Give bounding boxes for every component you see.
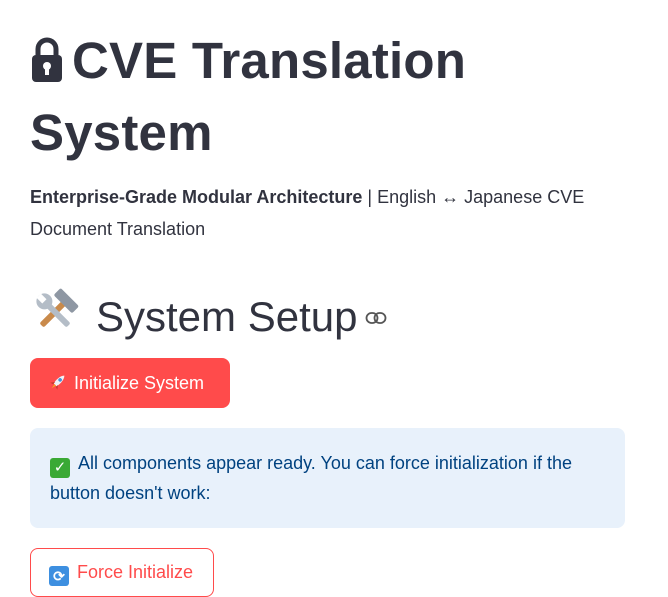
page-title: CVE Translation System xyxy=(30,28,640,166)
subtitle-bold: Enterprise-Grade Modular Architecture xyxy=(30,187,363,207)
page-subtitle: Enterprise-Grade Modular Architecture | … xyxy=(30,181,630,245)
link-icon[interactable] xyxy=(365,283,387,339)
hammer-wrench-icon xyxy=(30,287,80,351)
force-initialize-button[interactable]: ⟳ Force Initialize xyxy=(30,548,214,597)
rocket-icon xyxy=(48,362,68,410)
initialize-system-button[interactable]: Initialize System xyxy=(30,358,230,408)
refresh-icon: ⟳ xyxy=(49,566,69,586)
app-page: CVE Translation System Enterprise-Grade … xyxy=(0,0,668,597)
initialize-system-label: Initialize System xyxy=(74,373,205,393)
force-initialize-label: Force Initialize xyxy=(77,562,194,582)
section-heading: System Setup xyxy=(30,283,650,351)
section-heading-text: System Setup xyxy=(96,293,358,340)
lock-icon xyxy=(30,34,64,100)
alert-text: All components appear ready. You can for… xyxy=(50,453,572,503)
page-title-text: CVE Translation System xyxy=(30,32,467,161)
check-mark-icon: ✓ xyxy=(50,458,70,478)
info-alert: ✓ All components appear ready. You can fo… xyxy=(30,428,625,528)
